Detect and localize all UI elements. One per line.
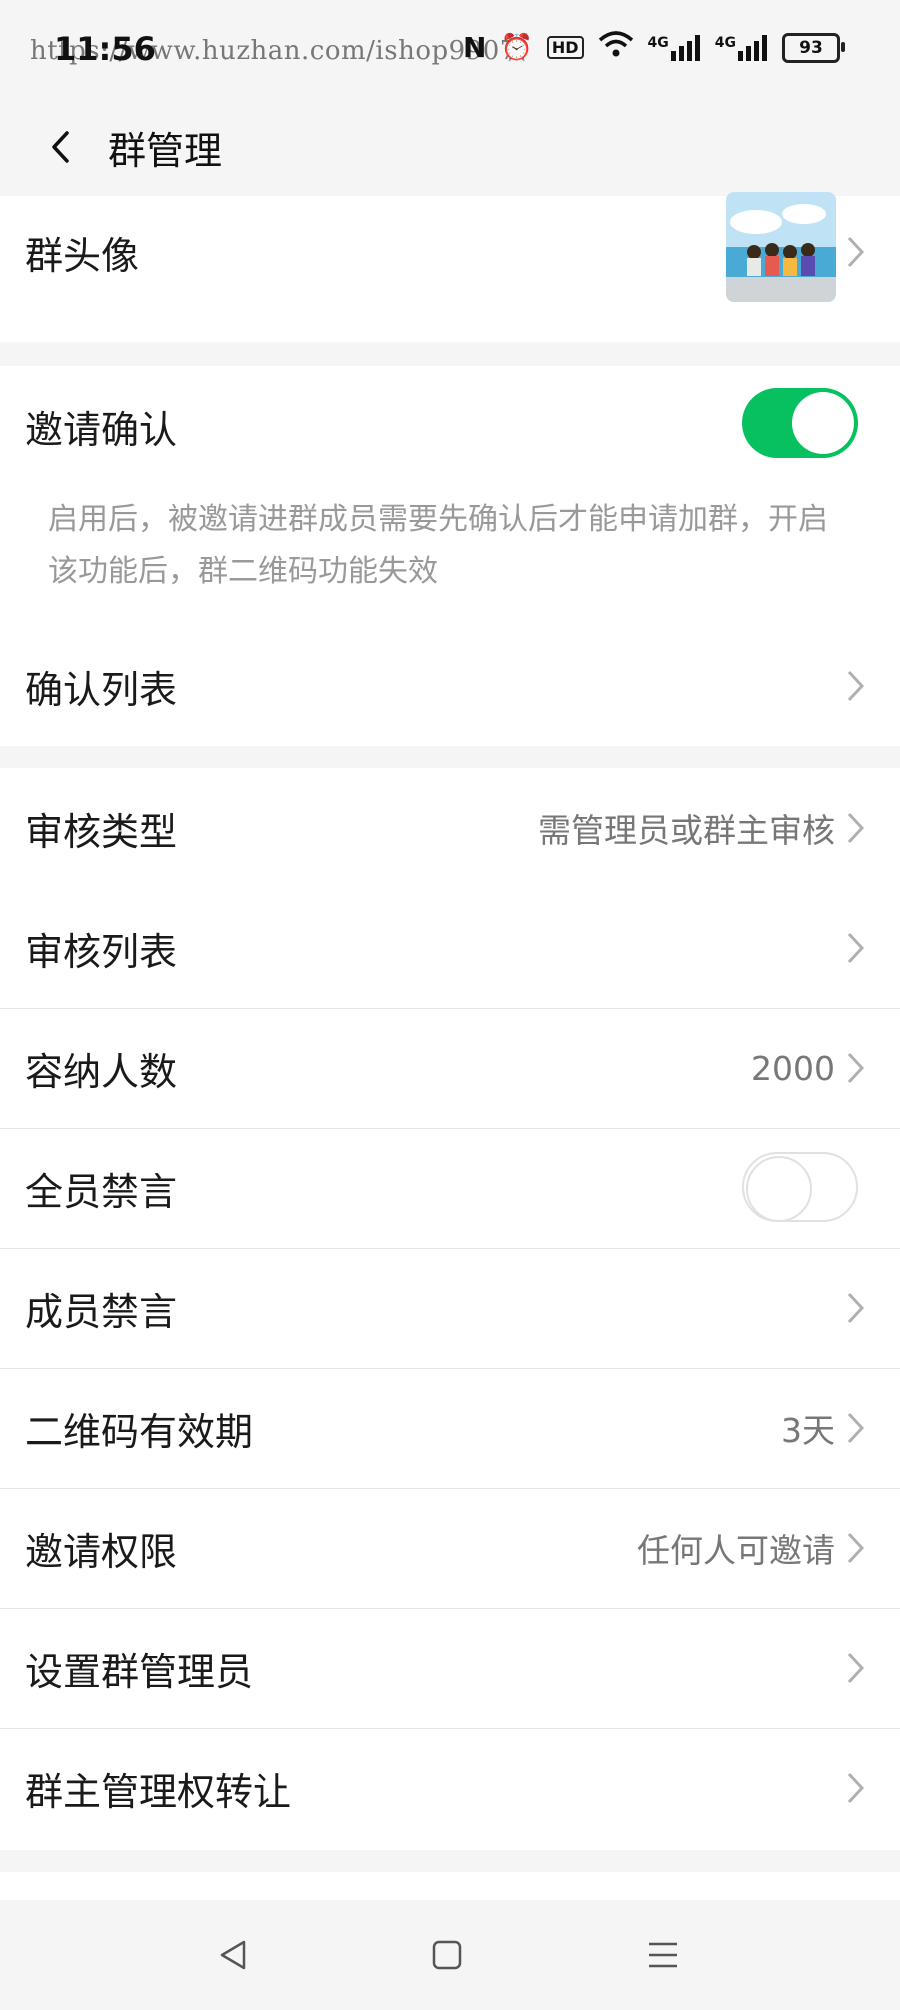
wifi-icon <box>598 30 634 65</box>
qr-validity-label: 二维码有效期 <box>25 1409 254 1454</box>
signal-icon-2: 4G <box>715 34 768 61</box>
signal-icon-1: 4G <box>648 34 701 61</box>
confirm-list-row[interactable]: 确认列表 <box>0 626 900 746</box>
member-mute-label: 成员禁言 <box>25 1289 178 1334</box>
chevron-right-icon <box>847 1292 865 1324</box>
invite-permission-value: 任何人可邀请 <box>637 1531 835 1570</box>
capacity-label: 容纳人数 <box>25 1049 178 1094</box>
chevron-right-icon <box>847 1532 865 1564</box>
chevron-right-icon <box>847 1652 865 1684</box>
page-title: 群管理 <box>108 129 223 173</box>
confirm-list-label: 确认列表 <box>25 667 178 712</box>
review-type-label: 审核类型 <box>25 809 178 854</box>
qr-validity-value: 3天 <box>781 1411 835 1450</box>
status-time: 11:56 <box>54 30 156 68</box>
hd-icon: HD <box>546 36 584 59</box>
invite-permission-row[interactable]: 邀请权限 任何人可邀请 <box>0 1488 900 1608</box>
status-icons: N ⏰ HD 4G 4G 93 <box>463 30 845 65</box>
alarm-icon: ⏰ <box>500 32 533 63</box>
settings-section: 审核类型 需管理员或群主审核 审核列表 容纳人数 2000 全员禁言 成员禁言 … <box>0 768 900 1850</box>
nav-back-icon[interactable] <box>208 1930 258 1980</box>
review-type-row[interactable]: 审核类型 需管理员或群主审核 <box>0 768 900 888</box>
chevron-right-icon <box>847 932 865 964</box>
invite-confirm-row: 邀请确认 <box>0 366 900 486</box>
mute-all-row: 全员禁言 <box>0 1128 900 1248</box>
mute-all-label: 全员禁言 <box>25 1169 178 1214</box>
chevron-right-icon <box>847 236 865 268</box>
capacity-row[interactable]: 容纳人数 2000 <box>0 1008 900 1128</box>
review-list-label: 审核列表 <box>25 929 178 974</box>
next-section-edge <box>0 1872 900 1900</box>
toggle-knob <box>746 1156 812 1222</box>
group-avatar-image <box>726 192 836 302</box>
chevron-right-icon <box>847 1052 865 1084</box>
set-admin-label: 设置群管理员 <box>25 1649 254 1694</box>
invite-confirm-toggle[interactable] <box>742 388 858 458</box>
transfer-owner-row[interactable]: 群主管理权转让 <box>0 1728 900 1848</box>
chevron-right-icon <box>847 670 865 702</box>
nav-home-icon[interactable] <box>422 1930 472 1980</box>
nav-bar: 群管理 <box>0 100 900 196</box>
invite-permission-label: 邀请权限 <box>25 1529 178 1574</box>
chevron-right-icon <box>847 1412 865 1444</box>
back-arrow-icon[interactable] <box>36 122 86 172</box>
chevron-right-icon <box>847 1772 865 1804</box>
nfc-icon: N <box>463 31 487 64</box>
mute-all-toggle[interactable] <box>742 1152 858 1222</box>
avatar-section: 群头像 <box>0 192 900 342</box>
invite-confirm-description: 启用后，被邀请进群成员需要先确认后才能申请加群，开启该功能后，群二维码功能失效 <box>48 502 828 589</box>
system-nav-bar <box>0 1900 900 2010</box>
transfer-owner-label: 群主管理权转让 <box>25 1769 292 1814</box>
set-admin-row[interactable]: 设置群管理员 <box>0 1608 900 1728</box>
group-avatar-row[interactable]: 群头像 <box>0 192 900 308</box>
member-mute-row[interactable]: 成员禁言 <box>0 1248 900 1368</box>
nav-menu-icon[interactable] <box>638 1930 688 1980</box>
battery-icon: 93 <box>782 32 845 63</box>
capacity-value: 2000 <box>751 1048 835 1088</box>
review-type-value: 需管理员或群主审核 <box>538 811 835 850</box>
review-list-row[interactable]: 审核列表 <box>0 888 900 1008</box>
group-avatar-label: 群头像 <box>25 233 140 278</box>
chevron-right-icon <box>847 812 865 844</box>
invite-confirm-section: 邀请确认 启用后，被邀请进群成员需要先确认后才能申请加群，开启该功能后，群二维码… <box>0 366 900 746</box>
invite-confirm-label: 邀请确认 <box>25 407 178 452</box>
toggle-knob <box>792 392 854 454</box>
status-bar: https://www.huzhan.com/ishop9907 11:56 N… <box>0 0 900 100</box>
qr-validity-row[interactable]: 二维码有效期 3天 <box>0 1368 900 1488</box>
